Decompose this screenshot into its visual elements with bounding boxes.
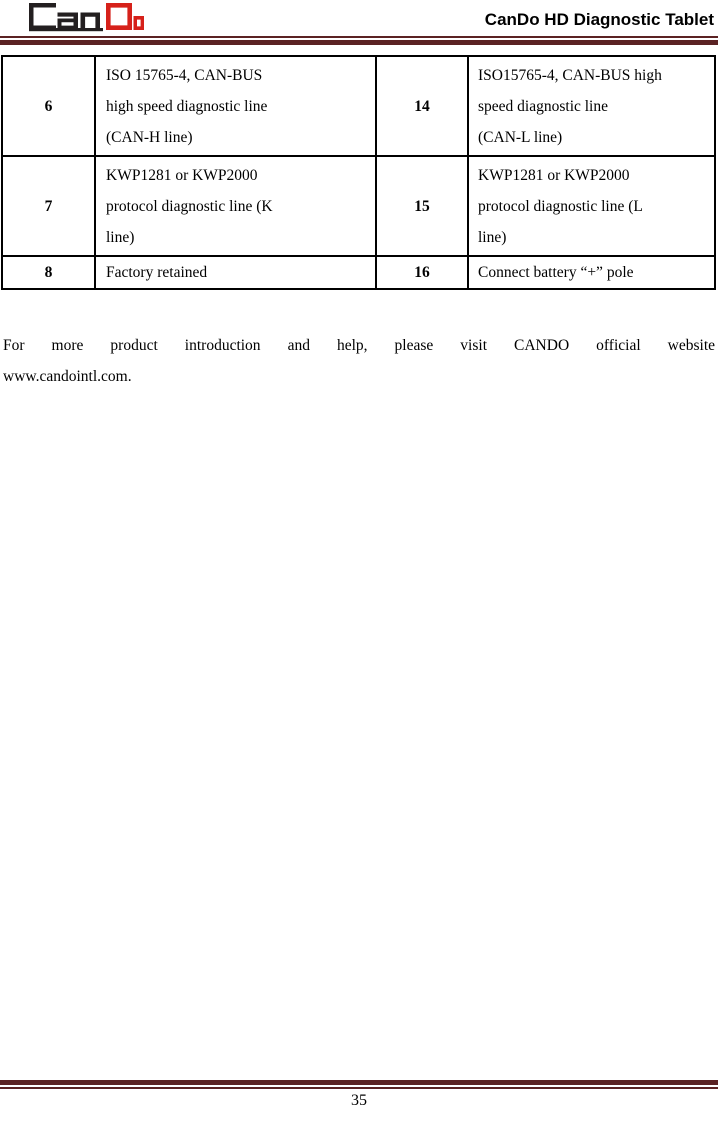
footer-divider bbox=[0, 1080, 718, 1089]
table-row: 8 Factory retained 16 Connect battery “+… bbox=[1, 255, 716, 290]
pin-number-right: 16 bbox=[375, 255, 469, 290]
pin-number-left: 8 bbox=[1, 255, 96, 290]
pin-description-right: KWP1281 or KWP2000 protocol diagnostic l… bbox=[467, 155, 716, 257]
desc-line: protocol diagnostic line (L bbox=[478, 197, 643, 215]
desc-line: high speed diagnostic line bbox=[106, 97, 268, 115]
footer-divider-thin-line bbox=[0, 1087, 718, 1089]
desc-line: (CAN-L line) bbox=[478, 128, 563, 146]
pin-number-left: 7 bbox=[1, 155, 96, 257]
body-paragraph: For more product introduction and help, … bbox=[3, 330, 715, 392]
desc-line: KWP1281 or KWP2000 bbox=[106, 166, 258, 184]
desc-line: line) bbox=[106, 228, 135, 246]
page-header: CanDo HD Diagnostic Tablet bbox=[0, 0, 718, 46]
desc-line: KWP1281 or KWP2000 bbox=[478, 166, 630, 184]
desc-line: line) bbox=[478, 228, 507, 246]
desc-line: Connect battery “+” pole bbox=[478, 264, 634, 281]
cando-logo bbox=[24, 2, 144, 32]
table-row: 6 ISO 15765-4, CAN-BUS high speed diagno… bbox=[1, 55, 716, 157]
pin-description-table: 6 ISO 15765-4, CAN-BUS high speed diagno… bbox=[1, 55, 716, 290]
desc-line: ISO 15765-4, CAN-BUS bbox=[106, 66, 263, 84]
desc-line: (CAN-H line) bbox=[106, 128, 193, 146]
cando-logo-icon bbox=[29, 3, 144, 32]
pin-description-right: ISO15765-4, CAN-BUS high speed diagnosti… bbox=[467, 55, 716, 157]
pin-number-left: 6 bbox=[1, 55, 96, 157]
pin-number-right: 14 bbox=[375, 55, 469, 157]
pin-description-right: Connect battery “+” pole bbox=[467, 255, 716, 290]
pin-description-left: KWP1281 or KWP2000 protocol diagnostic l… bbox=[94, 155, 377, 257]
desc-line: ISO15765-4, CAN-BUS high bbox=[478, 66, 662, 84]
pin-description-left: ISO 15765-4, CAN-BUS high speed diagnost… bbox=[94, 55, 377, 157]
paragraph-line-1: For more product introduction and help, … bbox=[3, 337, 715, 354]
table-row: 7 KWP1281 or KWP2000 protocol diagnostic… bbox=[1, 155, 716, 257]
desc-line: protocol diagnostic line (K bbox=[106, 197, 273, 215]
desc-line: speed diagnostic line bbox=[478, 97, 608, 115]
pin-description-left: Factory retained bbox=[94, 255, 377, 290]
desc-line: Factory retained bbox=[106, 264, 208, 281]
pin-number-right: 15 bbox=[375, 155, 469, 257]
page-number: 35 bbox=[351, 1092, 367, 1109]
header-title: CanDo HD Diagnostic Tablet bbox=[484, 10, 714, 29]
page-footer: 35 bbox=[0, 1080, 718, 1136]
paragraph-line-2: www.candointl.com. bbox=[3, 368, 132, 385]
header-divider bbox=[0, 36, 718, 45]
header-divider-thick-line bbox=[0, 40, 718, 45]
